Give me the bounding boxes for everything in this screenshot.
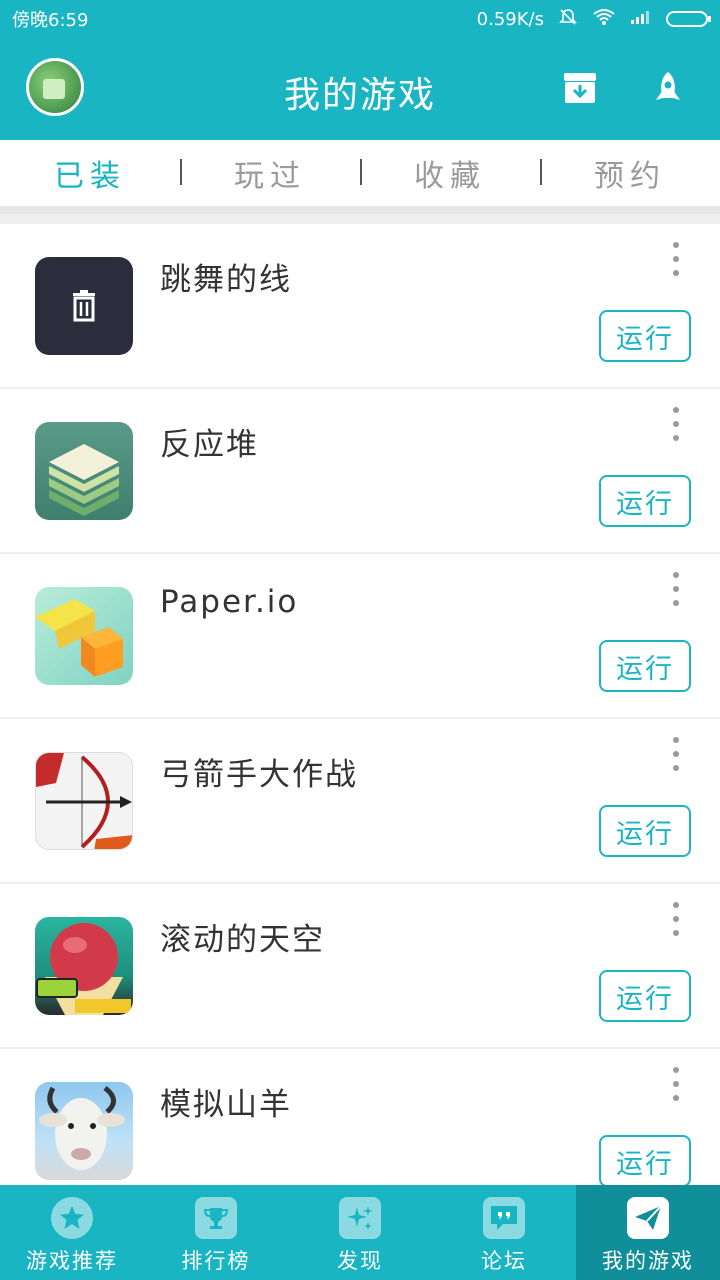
nav-forum[interactable]: 论坛: [432, 1185, 576, 1280]
nav-discover[interactable]: 发现: [288, 1185, 432, 1280]
mute-bell-icon: [558, 7, 578, 32]
goat-simulator-icon[interactable]: [35, 1082, 133, 1180]
paper-plane-icon: [627, 1197, 669, 1239]
more-options-icon[interactable]: [664, 902, 688, 936]
nav-rankings[interactable]: 排行榜: [144, 1185, 288, 1280]
list-item[interactable]: 滚动的天空 运行: [0, 884, 720, 1047]
page-title: 我的游戏: [283, 75, 436, 116]
net-speed: 0.59K/s: [476, 8, 544, 30]
more-options-icon[interactable]: [664, 1067, 688, 1101]
game-name: Paper.io: [160, 584, 299, 620]
sparkle-icon: [339, 1197, 381, 1239]
game-name: 滚动的天空: [160, 922, 325, 958]
nav-label: 发现: [337, 1249, 383, 1273]
run-button[interactable]: 运行: [599, 475, 691, 527]
list-item[interactable]: 跳舞的线 运行: [0, 224, 720, 387]
paper-io-icon[interactable]: [35, 587, 133, 685]
list-item[interactable]: 反应堆 运行: [0, 389, 720, 552]
app-header: 我的游戏: [0, 38, 720, 140]
game-list: 跳舞的线 运行 反应堆 运行 Paper.io 运行 弓箭手大作战 运行 滚动的…: [0, 224, 720, 1186]
game-name: 模拟山羊: [160, 1087, 292, 1123]
run-button[interactable]: 运行: [599, 640, 691, 692]
tab-installed[interactable]: 已装: [0, 151, 180, 195]
more-options-icon[interactable]: [664, 737, 688, 771]
tab-reservations[interactable]: 预约: [540, 151, 720, 195]
status-bar: 傍晚6:59 0.59K/s: [0, 0, 720, 38]
battery-icon: [666, 11, 711, 27]
game-name: 跳舞的线: [160, 262, 292, 298]
run-button[interactable]: 运行: [599, 970, 691, 1022]
nav-game-recommend[interactable]: 游戏推荐: [0, 1185, 144, 1280]
tab-bar: 已装 玩过 收藏 预约: [0, 140, 720, 214]
nav-my-games[interactable]: 我的游戏: [576, 1185, 720, 1280]
rolling-sky-icon[interactable]: [35, 917, 133, 1015]
list-item[interactable]: 弓箭手大作战 运行: [0, 719, 720, 882]
trash-icon[interactable]: [35, 257, 133, 355]
wifi-icon: [592, 8, 616, 31]
list-item[interactable]: 模拟山羊 运行: [0, 1049, 720, 1186]
list-item[interactable]: Paper.io 运行: [0, 554, 720, 717]
run-button[interactable]: 运行: [599, 1135, 691, 1186]
nav-label: 游戏推荐: [26, 1249, 118, 1273]
rocket-icon[interactable]: [650, 70, 686, 106]
more-options-icon[interactable]: [664, 407, 688, 441]
bottom-nav: 游戏推荐 排行榜 发现 论坛 我的游戏: [0, 1185, 720, 1280]
run-button[interactable]: 运行: [599, 805, 691, 857]
nav-label: 排行榜: [181, 1249, 251, 1273]
tab-played[interactable]: 玩过: [180, 151, 360, 195]
star-icon: [51, 1197, 93, 1239]
nav-label: 论坛: [481, 1249, 527, 1273]
more-options-icon[interactable]: [664, 242, 688, 276]
run-button[interactable]: 运行: [599, 310, 691, 362]
chat-quote-icon: [483, 1197, 525, 1239]
game-name: 反应堆: [160, 427, 259, 463]
archer-game-icon[interactable]: [35, 752, 133, 850]
game-name: 弓箭手大作战: [160, 757, 358, 793]
status-icons: 0.59K/s: [476, 7, 711, 32]
trophy-icon: [195, 1197, 237, 1239]
more-options-icon[interactable]: [664, 572, 688, 606]
stack-game-icon[interactable]: [35, 422, 133, 520]
status-time: 傍晚6:59: [12, 10, 89, 31]
signal-icon: [630, 9, 652, 30]
tab-favorites[interactable]: 收藏: [360, 151, 540, 195]
download-box-icon[interactable]: [562, 70, 598, 106]
nav-label: 我的游戏: [602, 1249, 694, 1273]
